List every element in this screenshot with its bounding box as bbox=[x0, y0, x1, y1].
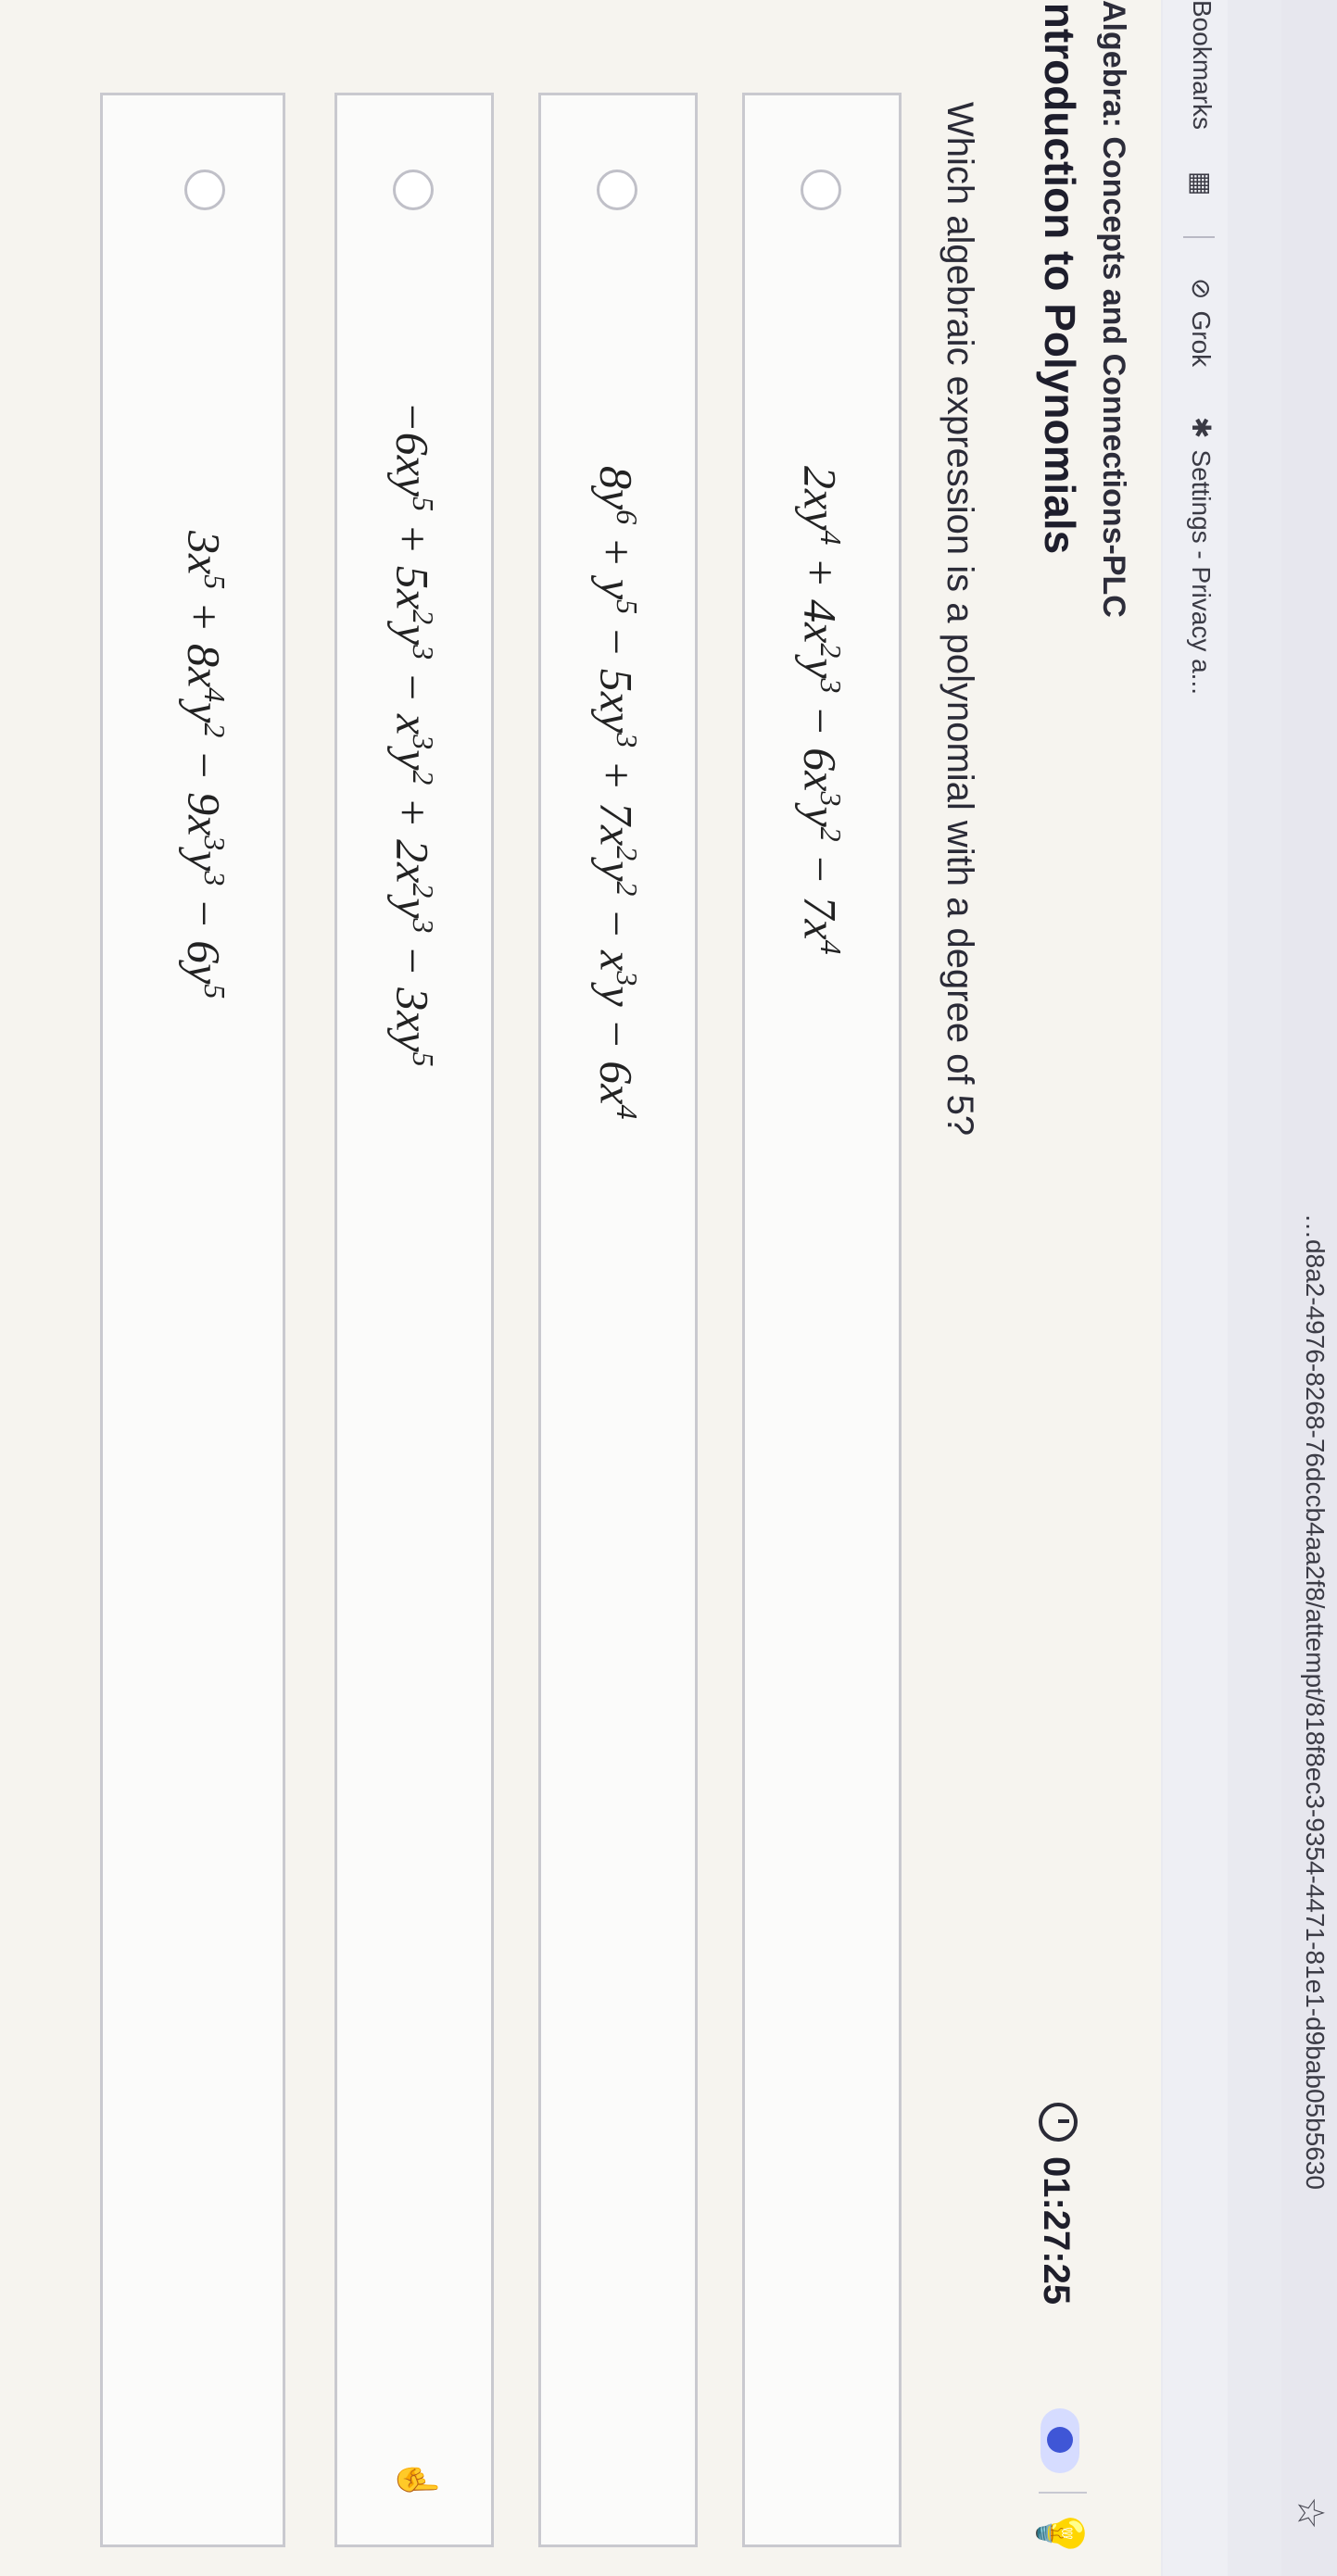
bookmark-star-icon[interactable]: ☆ bbox=[1289, 2496, 1331, 2530]
bookmark-label: Settings - Privacy a... bbox=[1187, 449, 1216, 696]
answer-option[interactable]: 8y6 + y5 − 5xy3 + 7x2y2 − x3y − 6x4 bbox=[538, 93, 698, 2547]
bookmark-separator bbox=[1183, 236, 1215, 238]
url-text[interactable]: …d8a2-4976-8268-76dccb4aa2f8/attempt/818… bbox=[1300, 1213, 1330, 2190]
header-divider bbox=[1039, 2492, 1087, 2494]
bookmark-grok[interactable]: ⊘ Grok bbox=[1186, 278, 1217, 367]
answer-option[interactable]: −6xy5 + 5x2y3 − x3y2 + 2x2y3 − 3xy5 ☝ bbox=[334, 93, 494, 2547]
radio-button[interactable] bbox=[393, 170, 434, 210]
grok-icon: ⊘ bbox=[1187, 278, 1216, 300]
bookmark-bookmarks[interactable]: Bookmarks bbox=[1187, 0, 1217, 130]
radio-button[interactable] bbox=[801, 170, 841, 210]
address-bar[interactable]: …d8a2-4976-8268-76dccb4aa2f8/attempt/818… bbox=[1281, 0, 1337, 2576]
browser-chrome: …d8a2-4976-8268-76dccb4aa2f8/attempt/818… bbox=[1161, 0, 1337, 2576]
lightbulb-hint-icon[interactable]: 💡 bbox=[1034, 2506, 1087, 2561]
bookmark-settings-privacy[interactable]: ✱ Settings - Privacy a... bbox=[1186, 417, 1217, 695]
hand-pointer-icon: ☝ bbox=[397, 2457, 437, 2504]
option-expression: 3x5 + 8x4y2 − 9x3y3 − 6y5 bbox=[178, 531, 232, 999]
option-expression: 2xy4 + 4x2y3 − 6x3y2 − 7x4 bbox=[794, 466, 848, 955]
bookmark-label: Grok bbox=[1187, 310, 1216, 368]
bookmarks-bar: Bookmarks ▦ ⊘ Grok ✱ Settings - Privacy a.… bbox=[1163, 0, 1228, 2576]
lesson-title: Introduction to Polynomials bbox=[1036, 0, 1084, 555]
bookmark-label: Bookmarks bbox=[1188, 0, 1217, 131]
option-expression: 8y6 + y5 − 5xy3 + 7x2y2 − x3y − 6x4 bbox=[590, 466, 644, 1120]
timer: 01:27:25 bbox=[1035, 2103, 1078, 2305]
radio-button[interactable] bbox=[597, 170, 637, 210]
gear-icon: ✱ bbox=[1187, 417, 1216, 439]
timer-value: 01:27:25 bbox=[1036, 2156, 1077, 2306]
rotated-screen: …d8a2-4976-8268-76dccb4aa2f8/attempt/818… bbox=[0, 0, 1337, 2576]
question-text: Which algebraic expression is a polynomi… bbox=[940, 102, 980, 1137]
option-expression: −6xy5 + 5x2y3 − x3y2 + 2x2y3 − 3xy5 bbox=[386, 401, 440, 1067]
course-title: Algebra: Concepts and Connections-PLC bbox=[1096, 0, 1131, 618]
answer-option[interactable]: 3x5 + 8x4y2 − 9x3y3 − 6y5 bbox=[100, 93, 285, 2547]
clock-icon bbox=[1039, 2103, 1078, 2142]
answer-option[interactable]: 2xy4 + 4x2y3 − 6x3y2 − 7x4 bbox=[742, 93, 902, 2547]
apps-grid-icon[interactable]: ▦ bbox=[1186, 171, 1217, 195]
toggle-knob[interactable] bbox=[1047, 2427, 1073, 2453]
radio-button[interactable] bbox=[184, 170, 225, 210]
